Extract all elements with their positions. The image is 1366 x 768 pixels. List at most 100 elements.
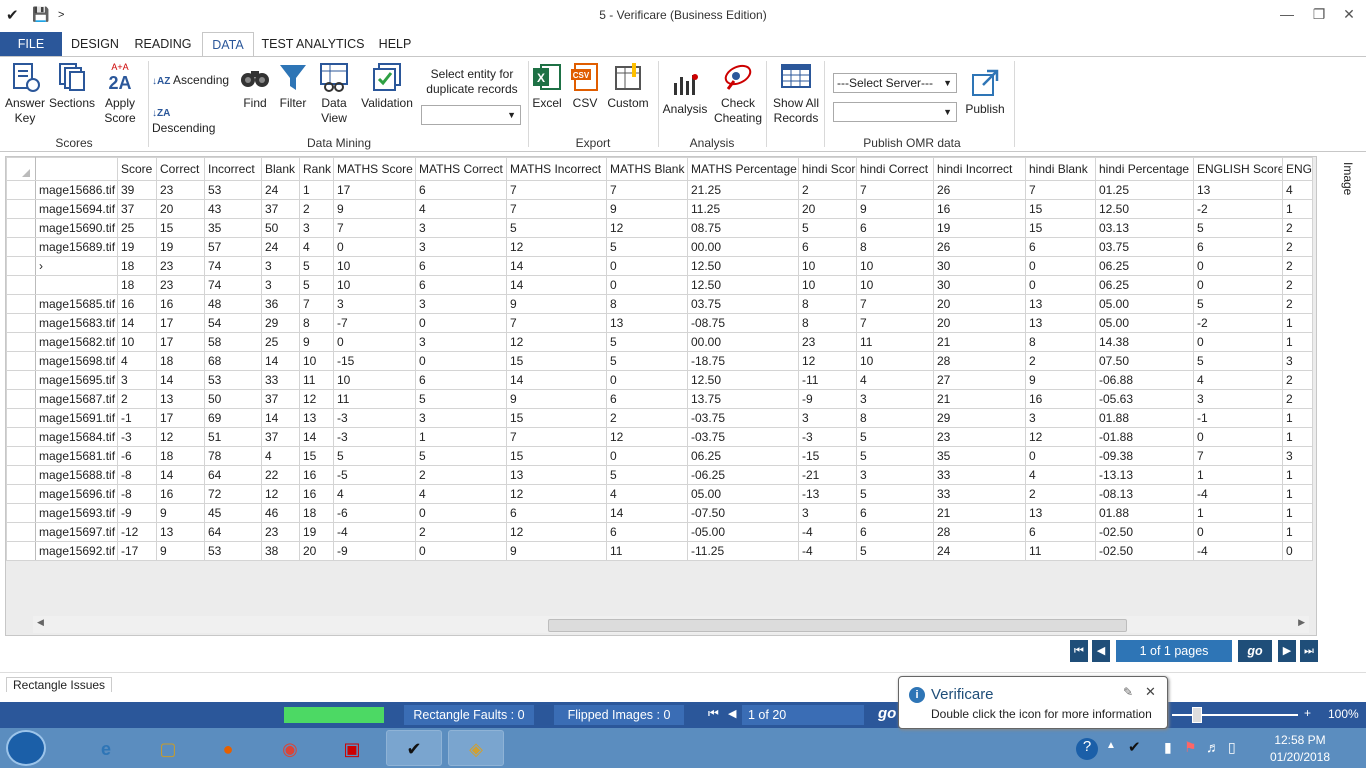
table-cell[interactable]: 4 [1025, 465, 1096, 485]
table-cell[interactable]: mage15688.tif [35, 465, 118, 485]
table-cell[interactable]: 11.25 [687, 199, 799, 219]
table-cell[interactable]: 14 [156, 465, 205, 485]
table-cell[interactable]: 35 [933, 446, 1026, 466]
excel-button[interactable]: X Excel [530, 61, 564, 111]
table-cell[interactable]: 5 [1193, 294, 1283, 314]
table-cell[interactable]: 0 [1193, 275, 1283, 295]
table-cell[interactable]: mage15681.tif [35, 446, 118, 466]
row-header[interactable] [6, 427, 36, 447]
table-cell[interactable]: mage15695.tif [35, 370, 118, 390]
table-cell[interactable]: 6 [506, 503, 607, 523]
status-go-button[interactable]: go [878, 705, 896, 722]
table-cell[interactable]: 16 [299, 484, 334, 504]
row-header-corner[interactable] [6, 157, 36, 181]
table-cell[interactable]: 20 [933, 313, 1026, 333]
table-cell[interactable]: 23 [933, 427, 1026, 447]
find-button[interactable]: Find [238, 61, 272, 111]
table-cell[interactable]: 1 [299, 180, 334, 200]
table-cell[interactable]: 64 [204, 522, 262, 542]
table-cell[interactable]: 12.50 [1095, 199, 1194, 219]
table-cell[interactable]: 6 [415, 275, 507, 295]
table-cell[interactable]: 16 [1025, 389, 1096, 409]
table-cell[interactable]: 8 [606, 294, 688, 314]
table-cell[interactable]: 14 [156, 370, 205, 390]
table-cell[interactable]: -3 [333, 427, 416, 447]
table-cell[interactable]: 14 [506, 370, 607, 390]
table-cell[interactable]: 13.75 [687, 389, 799, 409]
table-cell[interactable]: 06.25 [1095, 256, 1194, 276]
table-cell[interactable]: -4 [798, 541, 857, 561]
table-cell[interactable]: 20 [156, 199, 205, 219]
column-header[interactable]: Rank [299, 157, 334, 181]
table-cell[interactable] [35, 275, 118, 295]
clock-time[interactable]: 12:58 PM [1260, 733, 1340, 747]
table-cell[interactable]: mage15684.tif [35, 427, 118, 447]
tab-test-analytics[interactable]: TEST ANALYTICS [258, 32, 368, 56]
table-row[interactable]: mage15696.tif -8 16 72 12 16 4 4 12 4 05.00 -13 5 33 2… [6, 484, 1313, 504]
table-cell[interactable]: 01.25 [1095, 180, 1194, 200]
table-cell[interactable]: 0 [1025, 275, 1096, 295]
zoom-slider-handle[interactable] [1192, 707, 1202, 723]
table-cell[interactable]: 37 [261, 199, 300, 219]
table-cell[interactable]: 57 [204, 237, 262, 257]
table-cell[interactable]: 08.75 [687, 218, 799, 238]
table-row[interactable]: mage15686.tif 39 23 53 24 1 17 6 7 7 21.25 2 7 26 7 01.… [6, 180, 1313, 200]
table-cell[interactable]: 46 [261, 503, 300, 523]
table-cell[interactable]: 12 [261, 484, 300, 504]
table-cell[interactable]: 5 [1193, 351, 1283, 371]
table-cell[interactable]: 3 [415, 237, 507, 257]
table-cell[interactable]: 8 [1025, 332, 1096, 352]
restore-icon[interactable]: ❐ [1304, 6, 1334, 23]
table-cell[interactable]: 0 [606, 275, 688, 295]
table-cell[interactable]: 12 [506, 484, 607, 504]
table-cell[interactable]: 03.75 [1095, 237, 1194, 257]
table-cell[interactable]: 15 [506, 446, 607, 466]
chrome-icon[interactable]: ◉ [262, 730, 318, 766]
table-cell[interactable]: 33 [261, 370, 300, 390]
table-cell[interactable]: -1 [1193, 408, 1283, 428]
row-header[interactable] [6, 332, 36, 352]
table-cell[interactable]: 5 [606, 332, 688, 352]
table-cell[interactable]: 5 [415, 389, 507, 409]
table-row[interactable]: mage15685.tif 16 16 48 36 7 3 3 9 8 03.75 8 7 20 13 05.… [6, 294, 1313, 314]
apply-score-button[interactable]: A+A 2A Apply Score [100, 61, 140, 126]
table-cell[interactable]: mage15686.tif [35, 180, 118, 200]
scroll-right-icon[interactable]: ▶ [1298, 617, 1305, 628]
table-cell[interactable]: 0 [1025, 256, 1096, 276]
table-cell[interactable]: 2 [1282, 389, 1313, 409]
check-cheating-button[interactable]: Check Cheating [712, 61, 764, 126]
table-cell[interactable]: -2 [1193, 199, 1283, 219]
row-header[interactable] [6, 465, 36, 485]
table-cell[interactable]: 16 [156, 484, 205, 504]
table-cell[interactable]: 4 [333, 484, 416, 504]
table-cell[interactable]: 33 [933, 465, 1026, 485]
table-cell[interactable]: 51 [204, 427, 262, 447]
table-cell[interactable]: 25 [261, 332, 300, 352]
table-cell[interactable]: 10 [856, 256, 934, 276]
minimize-icon[interactable]: — [1272, 6, 1302, 22]
table-cell[interactable]: 12 [506, 522, 607, 542]
table-cell[interactable]: 3 [1025, 408, 1096, 428]
table-cell[interactable]: 20 [798, 199, 857, 219]
table-cell[interactable]: 11 [299, 370, 334, 390]
table-cell[interactable]: -17 [117, 541, 157, 561]
table-cell[interactable]: -03.75 [687, 408, 799, 428]
table-cell[interactable]: 12.50 [687, 370, 799, 390]
table-cell[interactable]: 1 [1193, 503, 1283, 523]
row-header[interactable] [6, 294, 36, 314]
table-cell[interactable]: 29 [933, 408, 1026, 428]
table-cell[interactable]: 17 [333, 180, 416, 200]
column-header[interactable]: hindi Incorrect [933, 157, 1026, 181]
table-cell[interactable]: 5 [856, 427, 934, 447]
table-cell[interactable]: 0 [415, 313, 507, 333]
table-cell[interactable]: 72 [204, 484, 262, 504]
table-cell[interactable]: 16 [117, 294, 157, 314]
row-header[interactable] [6, 370, 36, 390]
column-header[interactable]: ENGLISH Score [1193, 157, 1283, 181]
table-cell[interactable]: 2 [117, 389, 157, 409]
table-cell[interactable]: 10 [856, 351, 934, 371]
table-cell[interactable]: 5 [606, 237, 688, 257]
table-cell[interactable]: 9 [299, 332, 334, 352]
table-cell[interactable]: 1 [415, 427, 507, 447]
table-cell[interactable]: 58 [204, 332, 262, 352]
